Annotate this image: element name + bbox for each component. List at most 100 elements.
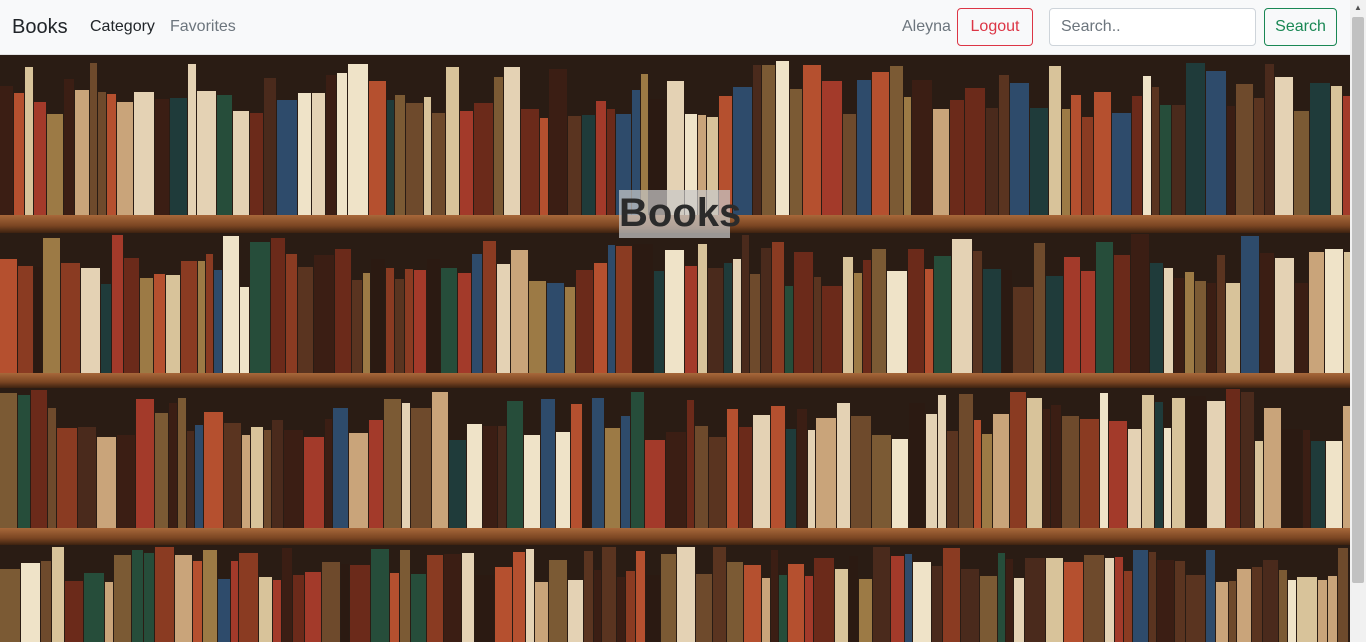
book-spine: [81, 268, 100, 373]
book-spine: [166, 275, 180, 373]
book-spine: [1062, 109, 1070, 215]
brand-link[interactable]: Books: [12, 16, 68, 39]
book-spine: [779, 575, 787, 642]
book-spine: [411, 574, 426, 642]
book-spine: [788, 564, 804, 642]
book-spine: [1295, 283, 1308, 373]
book-spine: [352, 280, 362, 373]
book-spine: [132, 550, 143, 642]
book-spine: [913, 562, 931, 642]
book-spine: [1096, 242, 1113, 373]
book-spine: [1252, 567, 1262, 642]
book-spine: [498, 426, 506, 528]
nav-link-category[interactable]: Category: [90, 18, 155, 36]
book-spine: [814, 277, 821, 373]
book-spine: [571, 404, 582, 528]
book-spine: [282, 548, 292, 642]
book-spine: [943, 548, 960, 642]
book-spine: [584, 551, 593, 642]
scrollbar-thumb[interactable]: [1352, 17, 1364, 583]
book-spine: [1326, 441, 1342, 528]
book-spine: [835, 569, 848, 642]
book-spine: [535, 582, 548, 642]
book-spine: [1318, 580, 1327, 642]
book-spine: [790, 89, 802, 215]
book-spine: [1328, 576, 1337, 642]
book-spine: [851, 416, 871, 528]
book-spine: [959, 394, 973, 528]
book-spine: [1255, 441, 1263, 528]
book-spine: [350, 565, 370, 642]
book-spine: [908, 249, 924, 373]
book-spine: [1081, 271, 1095, 373]
search-button[interactable]: Search: [1264, 8, 1337, 46]
book-spine: [242, 435, 250, 528]
book-spine: [134, 92, 154, 215]
book-spine: [472, 254, 482, 373]
book-spine: [1186, 63, 1205, 215]
book-spine: [636, 551, 645, 642]
scroll-up-arrow-icon[interactable]: ▲: [1350, 0, 1366, 16]
book-spine: [411, 408, 431, 528]
book-spine: [785, 286, 793, 373]
book-spine: [264, 430, 271, 528]
book-spine: [1275, 258, 1294, 373]
logout-button[interactable]: Logout: [957, 8, 1033, 46]
book-spine: [335, 249, 351, 373]
book-spine: [1124, 571, 1132, 642]
book-spine: [18, 395, 30, 528]
book-spine: [427, 259, 440, 373]
book-spine: [904, 97, 911, 215]
book-spine: [1014, 578, 1024, 642]
book-spine: [1049, 66, 1061, 215]
book-spine: [1149, 552, 1156, 642]
book-spine: [993, 414, 1009, 528]
book-spine: [666, 432, 686, 528]
book-spine: [805, 576, 813, 642]
book-spine: [348, 64, 368, 215]
book-spine: [369, 81, 386, 215]
book-spine: [1025, 558, 1045, 642]
book-spine: [272, 420, 283, 528]
book-spine: [822, 81, 842, 215]
book-spine: [1206, 71, 1226, 215]
book-spine: [890, 66, 903, 215]
book-spine: [1254, 98, 1264, 215]
page-scrollbar[interactable]: ▲: [1350, 0, 1366, 642]
book-spine: [1010, 392, 1026, 528]
book-spine: [504, 67, 520, 215]
book-spine: [240, 287, 249, 373]
book-spine: [1343, 96, 1350, 215]
book-spine: [384, 399, 401, 528]
nav-link-favorites[interactable]: Favorites: [170, 18, 236, 36]
book-spine: [973, 251, 982, 373]
shelf-row: [0, 388, 1350, 528]
book-spine: [475, 575, 494, 642]
book-spine: [427, 555, 443, 642]
book-spine: [250, 242, 270, 373]
book-spine: [217, 95, 232, 215]
book-spine: [582, 115, 595, 215]
shelf-plank: [0, 528, 1350, 545]
book-spine: [524, 435, 540, 528]
search-input[interactable]: [1049, 8, 1256, 46]
book-spine: [483, 426, 497, 528]
book-spine: [665, 250, 684, 373]
book-spine: [48, 408, 56, 528]
book-spine: [1288, 580, 1296, 642]
book-spine: [1051, 405, 1061, 528]
book-spine: [687, 400, 694, 528]
book-spine: [654, 271, 664, 373]
book-spine: [626, 571, 635, 642]
book-spine: [863, 260, 871, 373]
book-spine: [124, 258, 139, 373]
book-spine: [349, 433, 368, 528]
book-spine: [912, 80, 932, 215]
book-spine: [181, 261, 197, 373]
book-spine: [980, 576, 997, 642]
book-spine: [631, 392, 644, 528]
book-spine: [938, 395, 946, 528]
username-label: Aleyna: [902, 18, 951, 35]
book-spine: [271, 238, 285, 373]
book-spine: [371, 259, 385, 373]
